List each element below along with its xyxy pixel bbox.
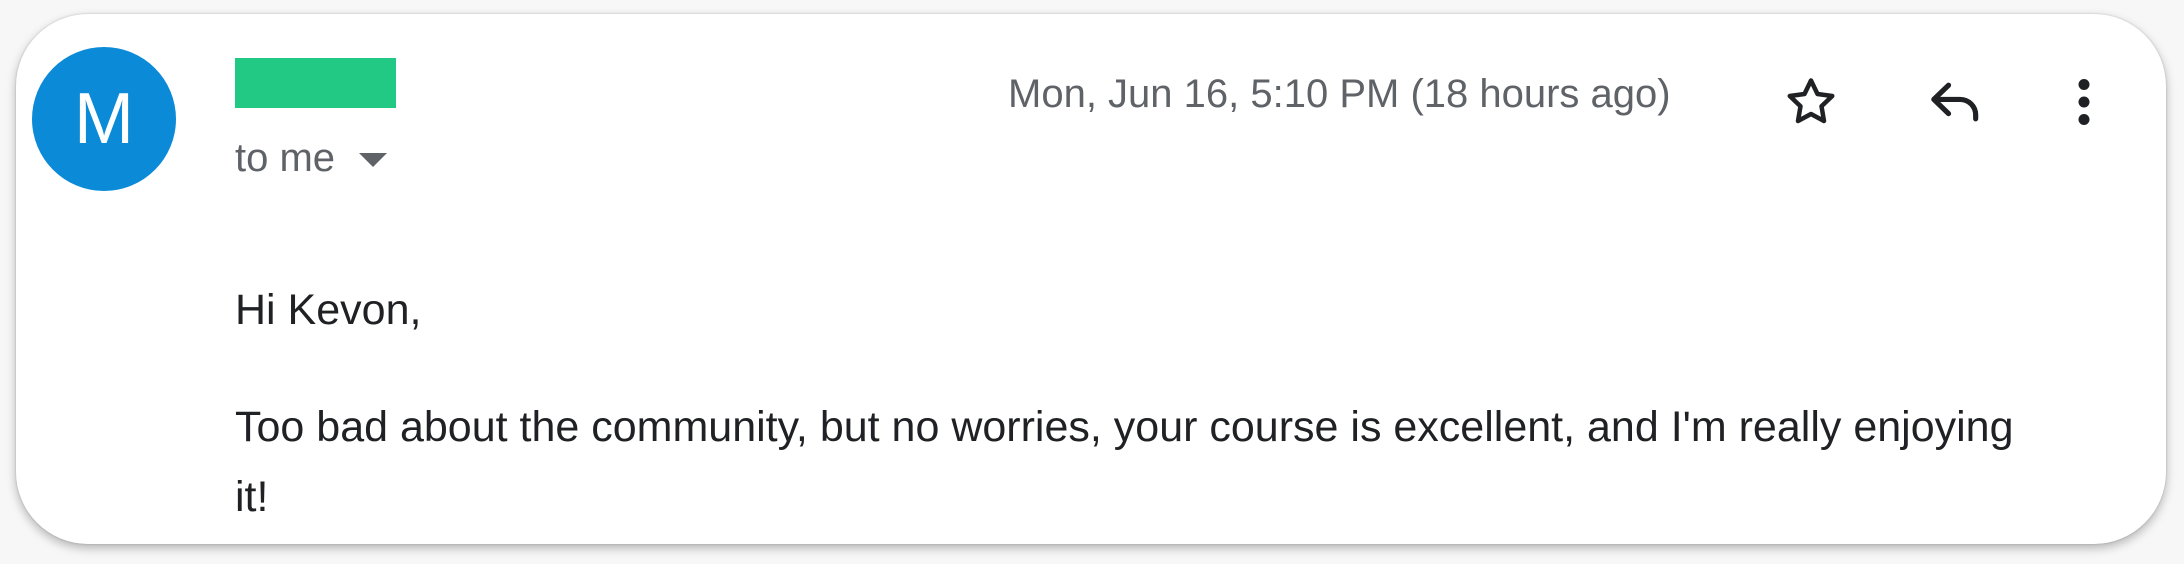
chevron-down-icon xyxy=(359,153,388,167)
recipient-label: to me xyxy=(235,135,336,180)
email-message-card: M to me Mon, Jun 16, 5:10 PM (18 hours a… xyxy=(16,14,2166,544)
email-paragraph: Too bad about the community, but no worr… xyxy=(235,403,2014,521)
email-body: Hi Kevon, Too bad about the community, b… xyxy=(235,282,2055,532)
recipient-details-toggle[interactable]: to me xyxy=(235,132,388,184)
more-vert-icon xyxy=(2078,79,2090,125)
sender-name-redacted[interactable] xyxy=(235,58,396,108)
star-icon xyxy=(1787,78,1835,124)
email-greeting: Hi Kevon, xyxy=(235,286,422,334)
reply-icon xyxy=(1931,82,1979,122)
reply-button[interactable] xyxy=(1915,62,1995,142)
email-timestamp: Mon, Jun 16, 5:10 PM (18 hours ago) xyxy=(1008,72,1671,116)
star-button[interactable] xyxy=(1771,62,1851,142)
more-options-button[interactable] xyxy=(2050,62,2118,142)
sender-avatar[interactable]: M xyxy=(32,47,176,191)
email-page: M to me Mon, Jun 16, 5:10 PM (18 hours a… xyxy=(0,0,2184,564)
